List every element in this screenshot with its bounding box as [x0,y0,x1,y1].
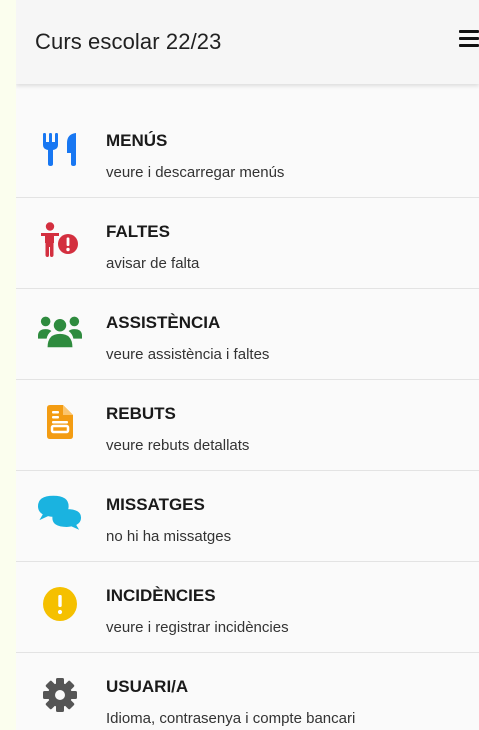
app-header: Curs escolar 22/23 [16,0,479,84]
menu-item-menus[interactable]: MENÚS veure i descarregar menús [16,107,479,198]
utensils-icon [38,129,82,169]
menu-item-faltes[interactable]: FALTES avisar de falta [16,198,479,289]
menu-item-title: USUARI/A [106,677,189,696]
menu-item-title: FALTES [106,222,170,241]
page-title: Curs escolar 22/23 [35,29,222,54]
chat-bubbles-icon [38,493,82,533]
menu-item-subtitle: veure rebuts detallats [106,437,250,454]
menu-item-subtitle: avisar de falta [106,255,200,272]
menu-item-title: MENÚS [106,131,168,150]
menu-item-title: REBUTS [106,404,176,423]
receipt-icon [38,402,82,442]
menu-item-title: INCIDÈNCIES [106,586,216,605]
menu-item-usuari[interactable]: USUARI/A Idioma, contrasenya i compte ba… [16,653,479,730]
menu-item-subtitle: no hi ha missatges [106,528,232,545]
menu-item-rebuts[interactable]: REBUTS veure rebuts detallats [16,380,479,471]
menu-item-assistencia[interactable]: ASSISTÈNCIA veure assistència i faltes [16,289,479,380]
menu-item-title: MISSATGES [106,495,205,514]
menu-item-title: ASSISTÈNCIA [106,313,221,332]
users-icon [38,311,82,351]
app-screen: Curs escolar 22/23 MENÚS veure i descarr… [16,0,479,730]
menu-item-incidencies[interactable]: INCIDÈNCIES veure i registrar incidèncie… [16,562,479,653]
menu-item-subtitle: veure assistència i faltes [106,346,270,363]
menu-item-subtitle: veure i registrar incidències [106,619,289,636]
menu-item-missatges[interactable]: MISSATGES no hi ha missatges [16,471,479,562]
child-alert-icon [38,220,82,260]
hamburger-menu-icon[interactable] [459,28,479,50]
menu-item-subtitle: Idioma, contrasenya i compte bancari [106,710,356,727]
exclamation-circle-icon [38,584,82,624]
menu-item-subtitle: veure i descarregar menús [106,164,285,181]
main-menu-list: MENÚS veure i descarregar menús FALTES a… [16,107,479,730]
gear-icon [38,675,82,715]
